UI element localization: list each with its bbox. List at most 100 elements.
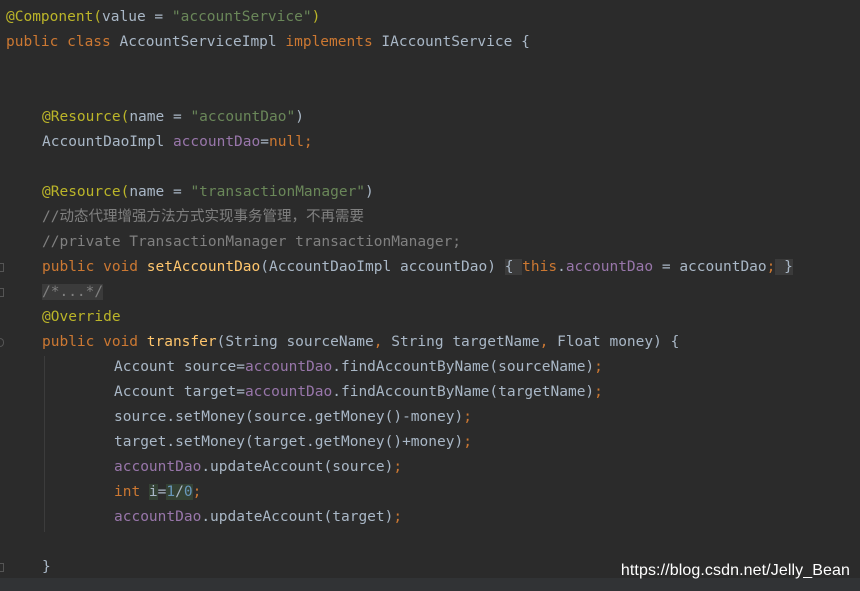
code-text: @Override: [42, 305, 121, 330]
code-token: "accountDao": [190, 109, 296, 125]
code-editor[interactable]: @Component(value = "accountService") publ…: [0, 5, 860, 580]
code-line[interactable]: /*...*/: [0, 280, 860, 305]
code-line[interactable]: Account target=accountDao.findAccountByN…: [0, 380, 860, 405]
code-token: .: [557, 259, 566, 275]
code-token: ;: [393, 459, 403, 475]
code-line[interactable]: [0, 530, 860, 555]
code-token: int: [114, 484, 149, 500]
fold-marker-icon[interactable]: [0, 563, 4, 572]
code-token: = accountDao: [653, 259, 767, 275]
code-token: "accountService": [171, 9, 312, 25]
code-token: target.setMoney(target.getMoney()+money): [114, 434, 464, 450]
code-token: /: [175, 484, 184, 500]
code-text: public void setAccountDao(AccountDaoImpl…: [42, 255, 793, 280]
fold-marker-icon[interactable]: [0, 288, 4, 297]
code-token: @Resource(: [42, 184, 130, 200]
code-line[interactable]: [0, 155, 860, 180]
code-token: accountDao: [244, 359, 333, 375]
code-token: value: [102, 9, 146, 25]
code-text: public void transfer(String sourceName, …: [42, 330, 679, 355]
code-token: Float money) {: [557, 334, 680, 350]
code-token: "transactionManager": [190, 184, 366, 200]
code-token: name: [129, 109, 165, 125]
code-token: ;: [594, 359, 603, 375]
code-token: ): [295, 109, 304, 125]
code-token: AccountDaoImpl: [42, 134, 173, 150]
code-token: .findAccountByName(sourceName): [332, 359, 595, 375]
code-token: }: [42, 559, 51, 575]
code-text: public class AccountServiceImpl implemen…: [6, 30, 530, 55]
code-text: /*...*/: [42, 280, 104, 305]
code-token: implements: [285, 34, 382, 50]
code-line[interactable]: @Override: [0, 305, 860, 330]
code-token: null;: [269, 134, 313, 150]
code-token: ,: [539, 334, 558, 350]
code-line[interactable]: target.setMoney(target.getMoney()+money)…: [0, 430, 860, 455]
code-token: setAccountDao: [146, 259, 261, 275]
code-text: AccountDaoImpl accountDao=null;: [42, 130, 313, 155]
override-marker-icon[interactable]: [0, 338, 4, 347]
code-line[interactable]: public void transfer(String sourceName, …: [0, 330, 860, 355]
code-text: @Resource(name = "accountDao"): [42, 105, 304, 130]
code-line[interactable]: Account source=accountDao.findAccountByN…: [0, 355, 860, 380]
code-text: }: [42, 555, 51, 580]
code-token: .updateAccount(source): [201, 459, 394, 475]
code-token: 0: [183, 484, 193, 500]
code-token: Account target=: [114, 384, 245, 400]
code-line[interactable]: source.setMoney(source.getMoney()-money)…: [0, 405, 860, 430]
code-token: (String sourceName: [216, 334, 374, 350]
code-token: 1: [166, 484, 176, 500]
code-token: (AccountDaoImpl accountDao): [260, 259, 505, 275]
indent-guide: [44, 356, 45, 532]
code-token: AccountServiceImpl: [119, 34, 286, 50]
code-line[interactable]: //动态代理增强方法方式实现事务管理，不再需要: [0, 205, 860, 230]
code-token: @Override: [42, 309, 121, 325]
code-text: //private TransactionManager transaction…: [42, 230, 461, 255]
code-token: Account source=: [114, 359, 245, 375]
code-token: accountDao: [172, 134, 261, 150]
code-line[interactable]: @Resource(name = "accountDao"): [0, 105, 860, 130]
watermark-text: https://blog.csdn.net/Jelly_Bean: [620, 562, 850, 579]
code-token: ;: [192, 484, 202, 500]
code-line[interactable]: accountDao.updateAccount(source);: [0, 455, 860, 480]
code-text: accountDao.updateAccount(source);: [114, 455, 402, 480]
code-token: ,: [373, 334, 392, 350]
code-token: public void: [42, 334, 147, 350]
code-text: Account source=accountDao.findAccountByN…: [114, 355, 603, 380]
code-token: /*...*/: [42, 284, 104, 300]
code-token: //private TransactionManager transaction…: [42, 234, 462, 250]
code-token: accountDao: [565, 259, 654, 275]
code-line[interactable]: @Component(value = "accountService"): [0, 5, 860, 30]
code-token: //动态代理增强方法方式实现事务管理，不再需要: [42, 209, 364, 225]
code-token: transfer: [146, 334, 217, 350]
code-line[interactable]: public class AccountServiceImpl implemen…: [0, 30, 860, 55]
code-token: @Component(: [6, 9, 103, 25]
code-line[interactable]: int i=1/0;: [0, 480, 860, 505]
code-token: =: [164, 109, 191, 125]
code-line[interactable]: AccountDaoImpl accountDao=null;: [0, 130, 860, 155]
code-line[interactable]: accountDao.updateAccount(target);: [0, 505, 860, 530]
code-token: }: [775, 259, 793, 275]
code-text: @Resource(name = "transactionManager"): [42, 180, 374, 205]
code-token: ;: [463, 434, 472, 450]
code-text: source.setMoney(source.getMoney()-money)…: [114, 405, 472, 430]
code-line[interactable]: [0, 55, 860, 80]
code-text: int i=1/0;: [114, 480, 201, 505]
code-token: =: [164, 184, 191, 200]
code-token: this: [522, 259, 558, 275]
code-token: ;: [594, 384, 603, 400]
code-text: Account target=accountDao.findAccountByN…: [114, 380, 603, 405]
code-token: ;: [463, 409, 472, 425]
code-token: source.setMoney(source.getMoney()-money): [114, 409, 464, 425]
code-token: i: [148, 484, 158, 500]
code-token: public void: [42, 259, 147, 275]
code-token: ): [365, 184, 374, 200]
code-token: @Resource(: [42, 109, 130, 125]
code-line[interactable]: [0, 80, 860, 105]
fold-marker-icon[interactable]: [0, 263, 4, 272]
code-line[interactable]: public void setAccountDao(AccountDaoImpl…: [0, 255, 860, 280]
code-token: accountDao: [244, 384, 333, 400]
code-line[interactable]: //private TransactionManager transaction…: [0, 230, 860, 255]
code-token: public class: [6, 34, 120, 50]
code-line[interactable]: @Resource(name = "transactionManager"): [0, 180, 860, 205]
